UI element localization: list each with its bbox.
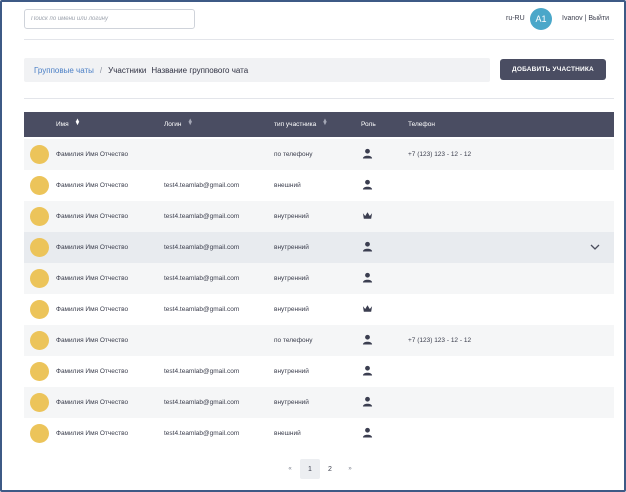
chevron-down-icon[interactable]: [589, 241, 601, 253]
language-switcher[interactable]: ru-RU: [506, 15, 525, 22]
table-row[interactable]: Фамилия Имя Отчество test4.teamlab@gmail…: [24, 387, 614, 418]
user-logout-links[interactable]: Ivanov | Выйти: [562, 15, 609, 22]
participant-login: test4.teamlab@gmail.com: [164, 275, 240, 282]
user-avatar[interactable]: A1: [530, 8, 552, 30]
participant-login: test4.teamlab@gmail.com: [164, 213, 240, 220]
user-icon: [362, 241, 373, 252]
participant-phone: +7 (123) 123 - 12 - 12: [408, 337, 472, 344]
chat-name: Название группового чата: [151, 65, 249, 75]
sort-icon[interactable]: ▲ ▼: [74, 118, 80, 127]
pagination-page-1[interactable]: 1: [300, 459, 320, 479]
header-divider: [24, 39, 614, 40]
table-row[interactable]: Фамилия Имя Отчество test4.teamlab@gmail…: [24, 418, 614, 449]
user-icon: [362, 148, 373, 159]
crown-icon: [362, 305, 373, 312]
participant-type: внутренний: [274, 399, 309, 406]
column-header-type-label: тип участника: [274, 121, 317, 128]
user-icon: [362, 272, 373, 283]
participant-name: Фамилия Имя Отчество: [56, 337, 129, 344]
avatar: [30, 331, 49, 350]
pagination-next[interactable]: »: [340, 459, 360, 479]
participant-name: Фамилия Имя Отчество: [56, 399, 129, 406]
pagination-page-2[interactable]: 2: [320, 459, 340, 479]
user-icon: [362, 427, 373, 438]
add-participant-button[interactable]: ДОБАВИТЬ УЧАСТНИКА: [500, 59, 606, 80]
table-row[interactable]: Фамилия Имя Отчество по телефону +7 (123…: [24, 325, 614, 356]
participant-login: test4.teamlab@gmail.com: [164, 244, 240, 251]
breadcrumb: Групповые чаты / Участники Название груп…: [24, 58, 490, 82]
participant-name: Фамилия Имя Отчество: [56, 213, 129, 220]
participant-name: Фамилия Имя Отчество: [56, 151, 129, 158]
sort-icon[interactable]: ▲ ▼: [187, 118, 193, 127]
participant-name: Фамилия Имя Отчество: [56, 182, 129, 189]
participant-login: test4.teamlab@gmail.com: [164, 182, 240, 189]
breadcrumb-current: Участники: [108, 65, 147, 75]
toolbar-divider: [24, 98, 614, 99]
table-header: Имя ▲ ▼ Логин ▲ ▼ тип участника ▲ ▼ Роль Те…: [24, 112, 614, 137]
breadcrumb-separator: /: [99, 65, 103, 75]
table-row[interactable]: Фамилия Имя Отчество test4.teamlab@gmail…: [24, 201, 614, 232]
participant-type: внутренний: [274, 213, 309, 220]
participant-name: Фамилия Имя Отчество: [56, 368, 129, 375]
participant-type: внешний: [274, 430, 301, 437]
column-header-login-label: Логин: [164, 121, 182, 128]
column-header-phone: Телефон: [408, 121, 435, 128]
participant-type: внутренний: [274, 368, 309, 375]
avatar: [30, 238, 49, 257]
user-icon: [362, 365, 373, 376]
participant-login: test4.teamlab@gmail.com: [164, 306, 240, 313]
participant-type: по телефону: [274, 151, 313, 158]
pagination-prev[interactable]: «: [280, 459, 300, 479]
column-header-name-label: Имя: [56, 121, 69, 128]
breadcrumb-group-chats-link[interactable]: Групповые чаты: [34, 66, 94, 75]
table-row[interactable]: Фамилия Имя Отчество по телефону +7 (123…: [24, 139, 614, 170]
participant-type: внутренний: [274, 275, 309, 282]
column-header-login[interactable]: Логин ▲ ▼: [164, 118, 193, 128]
avatar: [30, 145, 49, 164]
avatar: [30, 393, 49, 412]
avatar: [30, 269, 49, 288]
user-icon: [362, 334, 373, 345]
column-header-type[interactable]: тип участника ▲ ▼: [274, 118, 328, 128]
user-icon: [362, 179, 373, 190]
sort-icon[interactable]: ▲ ▼: [322, 118, 328, 127]
table-row[interactable]: Фамилия Имя Отчество test4.teamlab@gmail…: [24, 356, 614, 387]
column-header-name[interactable]: Имя ▲ ▼: [56, 118, 80, 128]
column-header-role: Роль: [361, 121, 376, 128]
participant-type: внутренний: [274, 244, 309, 251]
crown-icon: [362, 212, 373, 219]
avatar: [30, 424, 49, 443]
pagination: « 1 2 »: [280, 459, 360, 479]
participant-type: внешний: [274, 182, 301, 189]
participant-type: внутренний: [274, 306, 309, 313]
participant-name: Фамилия Имя Отчество: [56, 306, 129, 313]
participant-login: test4.teamlab@gmail.com: [164, 399, 240, 406]
participant-name: Фамилия Имя Отчество: [56, 275, 129, 282]
participant-type: по телефону: [274, 337, 313, 344]
table-row[interactable]: Фамилия Имя Отчество test4.teamlab@gmail…: [24, 263, 614, 294]
table-row[interactable]: Фамилия Имя Отчество test4.teamlab@gmail…: [24, 232, 614, 263]
participants-table-body: Фамилия Имя Отчество по телефону +7 (123…: [24, 139, 614, 449]
table-row[interactable]: Фамилия Имя Отчество test4.teamlab@gmail…: [24, 294, 614, 325]
participant-name: Фамилия Имя Отчество: [56, 430, 129, 437]
avatar: [30, 300, 49, 319]
table-row[interactable]: Фамилия Имя Отчество test4.teamlab@gmail…: [24, 170, 614, 201]
participant-phone: +7 (123) 123 - 12 - 12: [408, 151, 472, 158]
avatar: [30, 207, 49, 226]
participant-login: test4.teamlab@gmail.com: [164, 368, 240, 375]
avatar: [30, 362, 49, 381]
search-input[interactable]: [24, 9, 195, 29]
participant-name: Фамилия Имя Отчество: [56, 244, 129, 251]
user-icon: [362, 396, 373, 407]
participant-login: test4.teamlab@gmail.com: [164, 430, 240, 437]
avatar: [30, 176, 49, 195]
